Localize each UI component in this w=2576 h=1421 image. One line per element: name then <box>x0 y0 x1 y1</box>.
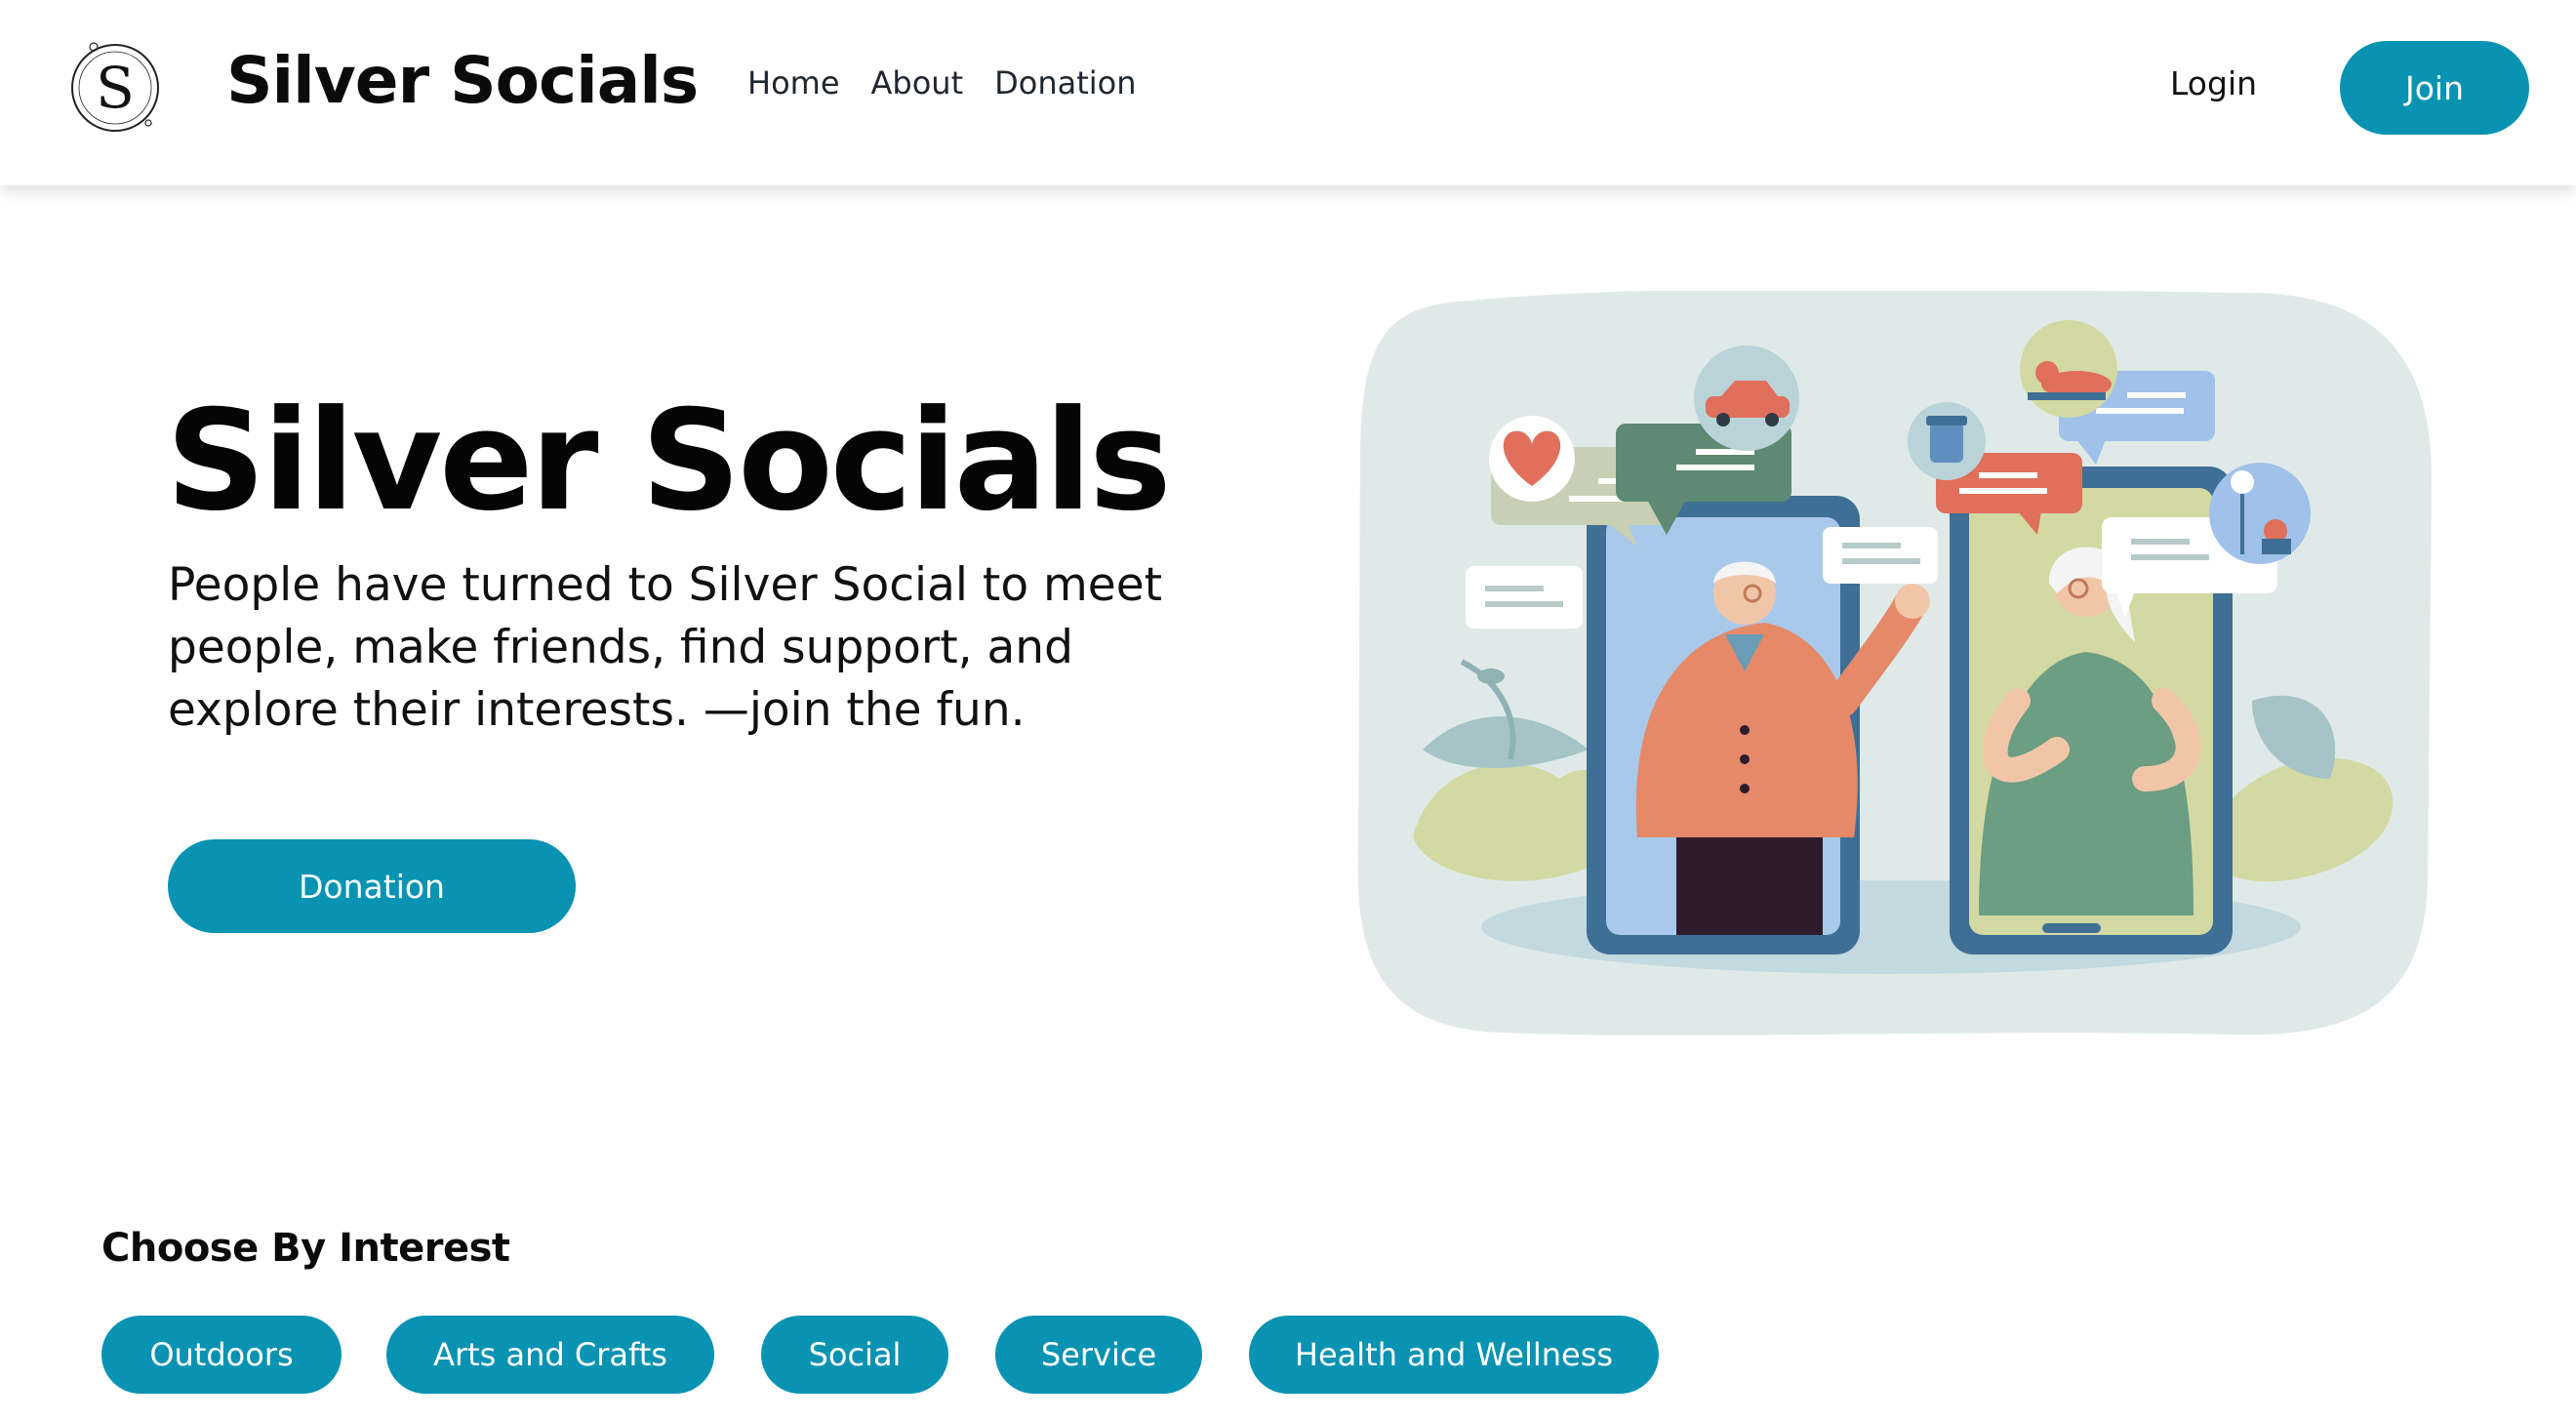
nav-link-home[interactable]: Home <box>747 64 840 102</box>
hero-title: Silver Socials <box>166 381 1172 542</box>
tree-icon <box>2209 463 2311 564</box>
interest-chip-outdoors[interactable]: Outdoors <box>101 1316 342 1394</box>
nav-link-about[interactable]: About <box>871 64 964 102</box>
interest-chip-health-and-wellness[interactable]: Health and Wellness <box>1249 1316 1659 1394</box>
top-navbar: S Silver Socials Home About Donation Log… <box>0 0 2576 185</box>
main-nav: Home About Donation <box>747 64 1137 102</box>
interest-chip-social[interactable]: Social <box>761 1316 948 1394</box>
hero-description: People have turned to Silver Social to m… <box>168 558 1163 737</box>
interest-chip-arts-and-crafts[interactable]: Arts and Crafts <box>386 1316 714 1394</box>
hero-illustration <box>1357 291 2433 1035</box>
cat-icon <box>2020 320 2117 418</box>
svg-text:S: S <box>96 55 135 121</box>
interest-chip-service[interactable]: Service <box>995 1316 1202 1394</box>
brand-name[interactable]: Silver Socials <box>226 43 699 118</box>
join-button[interactable]: Join <box>2340 41 2529 135</box>
heart-icon <box>1489 416 1575 502</box>
donation-button[interactable]: Donation <box>168 839 576 933</box>
login-link[interactable]: Login <box>2170 64 2257 102</box>
nav-link-donation[interactable]: Donation <box>994 64 1136 102</box>
interest-heading: Choose By Interest <box>101 1226 510 1271</box>
car-icon <box>1694 345 1799 451</box>
jar-icon <box>1908 402 1986 480</box>
silver-socials-logo[interactable]: S <box>64 39 166 137</box>
